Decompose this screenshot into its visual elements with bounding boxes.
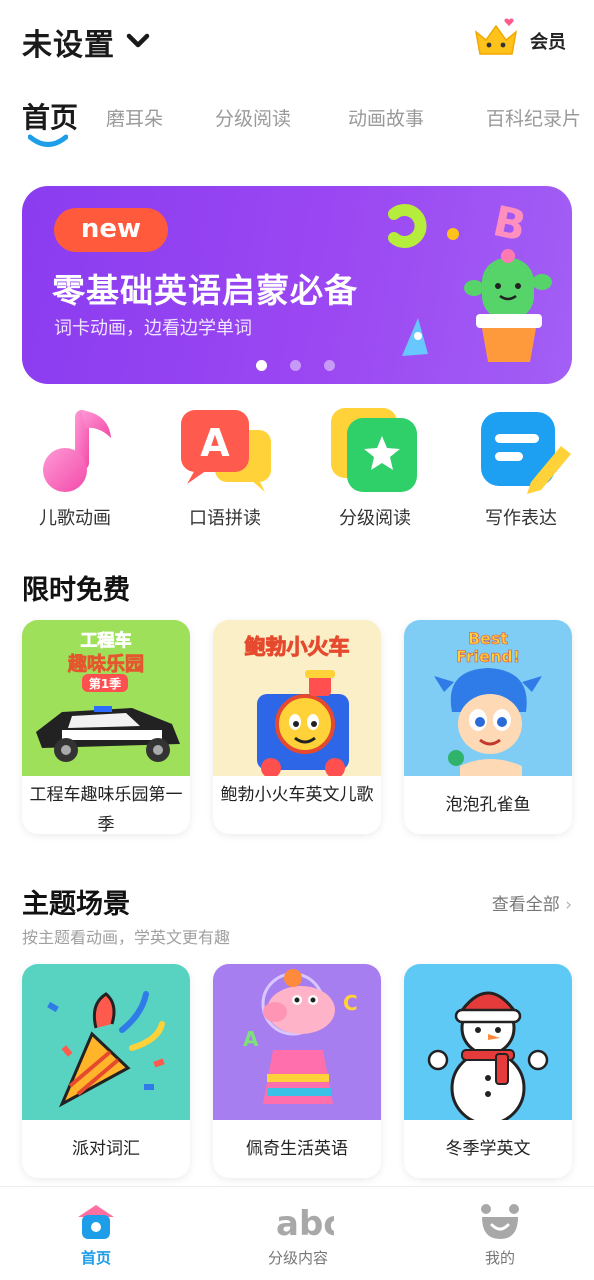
banner-pagination: [256, 360, 346, 374]
nav-label: 分级内容: [267, 1249, 328, 1267]
see-all-link[interactable]: 查看全部 ›: [492, 890, 572, 915]
card-thumbnail: Best Friend!: [404, 620, 572, 776]
card-title: 工程车趣味乐园第一季: [29, 785, 183, 834]
svg-text:B: B: [489, 196, 531, 251]
card-title: 派对词汇: [72, 1139, 140, 1159]
quick-entry-nursery-rhymes[interactable]: 儿歌动画: [10, 404, 140, 534]
card-title: 鲍勃小火车英文儿歌: [220, 785, 374, 805]
svg-text:A: A: [243, 1027, 259, 1051]
tab-graded-reading[interactable]: 分级阅读: [215, 104, 291, 131]
svg-text:鲍勃小火车: 鲍勃小火车: [245, 635, 350, 659]
tab-animated-stories[interactable]: 动画故事: [348, 104, 424, 131]
profile-name[interactable]: 未设置: [22, 20, 115, 64]
quick-entry-graded-reading[interactable]: 分级阅读: [310, 404, 440, 534]
card-title: 泡泡孔雀鱼: [445, 795, 531, 815]
svg-text:第1季: 第1季: [89, 676, 122, 691]
see-all-label: 查看全部: [491, 895, 560, 915]
card-thumbnail: 鲍勃小火车: [213, 620, 381, 776]
banner-cactus-illustration: B: [388, 196, 552, 362]
music-note-icon: [43, 410, 111, 492]
promo-banner[interactable]: new 零基础英语启蒙必备 词卡动画，边看边学单词 B: [22, 186, 572, 384]
svg-text:C: C: [343, 991, 358, 1015]
nav-label: 首页: [80, 1249, 111, 1267]
header: 未设置 会员: [0, 0, 594, 84]
card-thumbnail: [404, 964, 572, 1120]
speech-a-icon: A: [181, 410, 271, 492]
svg-text:A: A: [200, 421, 230, 465]
tab-documentaries[interactable]: 百科纪录片: [486, 104, 581, 131]
nav-profile[interactable]: 我的: [440, 1197, 560, 1277]
star-book-icon: [331, 408, 417, 492]
tab-home[interactable]: 首页: [22, 96, 78, 136]
chevron-down-icon[interactable]: [126, 32, 150, 50]
card-thumbnail: A C: [213, 964, 381, 1120]
section-title-free: 限时免费: [22, 575, 130, 606]
card-title: 冬季学英文: [445, 1139, 531, 1159]
banner-title: 零基础英语启蒙必备: [52, 271, 358, 310]
svg-text:Best: Best: [468, 629, 509, 648]
video-card[interactable]: 鲍勃小火车 鲍勃小火车英文儿歌: [213, 620, 381, 834]
vip-label[interactable]: 会员: [530, 28, 566, 54]
abc-icon: abc: [276, 1204, 334, 1241]
crown-icon[interactable]: [472, 18, 520, 58]
quick-entry-label: 儿歌动画: [39, 508, 111, 529]
home-icon: [78, 1205, 114, 1239]
card-thumbnail: 工程车 趣味乐园 第1季: [22, 620, 190, 776]
tab-ear-training[interactable]: 磨耳朵: [106, 104, 163, 131]
card-title: 佩奇生活英语: [246, 1139, 348, 1159]
video-card[interactable]: 工程车 趣味乐园 第1季 工程车趣味乐园第一季: [22, 620, 190, 834]
new-badge: new: [54, 208, 168, 252]
svg-text:趣味乐园: 趣味乐园: [67, 652, 144, 675]
category-tabs: 首页 磨耳朵 分级阅读 动画故事 百科纪录片: [0, 92, 594, 154]
nav-home[interactable]: 首页: [36, 1197, 156, 1277]
card-thumbnail: [22, 964, 190, 1120]
pagination-dot[interactable]: [324, 360, 335, 371]
theme-card[interactable]: 派对词汇: [22, 964, 190, 1178]
banner-subtitle: 词卡动画，边看边学单词: [54, 318, 252, 339]
tab-active-indicator: [28, 134, 68, 147]
quick-entry-label: 口语拼读: [189, 508, 261, 529]
quick-entry-label: 写作表达: [485, 508, 557, 529]
theme-card[interactable]: 冬季学英文: [404, 964, 572, 1178]
theme-card[interactable]: A C 佩奇生活英语: [213, 964, 381, 1178]
face-icon: [481, 1204, 519, 1239]
pagination-dot[interactable]: [256, 360, 267, 371]
nav-graded-content[interactable]: abc 分级内容: [238, 1197, 358, 1277]
chevron-right-icon: ›: [565, 895, 572, 915]
pagination-dot[interactable]: [290, 360, 301, 371]
quick-entry-speaking[interactable]: A 口语拼读: [160, 404, 290, 534]
section-subtitle-themes: 按主题看动画，学英文更有趣: [22, 928, 231, 947]
video-card[interactable]: Best Friend! 泡泡孔雀鱼: [404, 620, 572, 834]
svg-text:Friend!: Friend!: [456, 647, 520, 666]
quick-entry-label: 分级阅读: [339, 508, 411, 529]
svg-text:abc: abc: [276, 1204, 334, 1241]
bottom-navigation: 首页 abc 分级内容 我的: [0, 1186, 594, 1280]
quick-entry-writing[interactable]: 写作表达: [456, 404, 586, 534]
section-title-themes: 主题场景: [22, 889, 130, 920]
nav-label: 我的: [484, 1249, 515, 1267]
svg-text:工程车: 工程车: [81, 630, 132, 651]
pencil-note-icon: [481, 412, 571, 494]
